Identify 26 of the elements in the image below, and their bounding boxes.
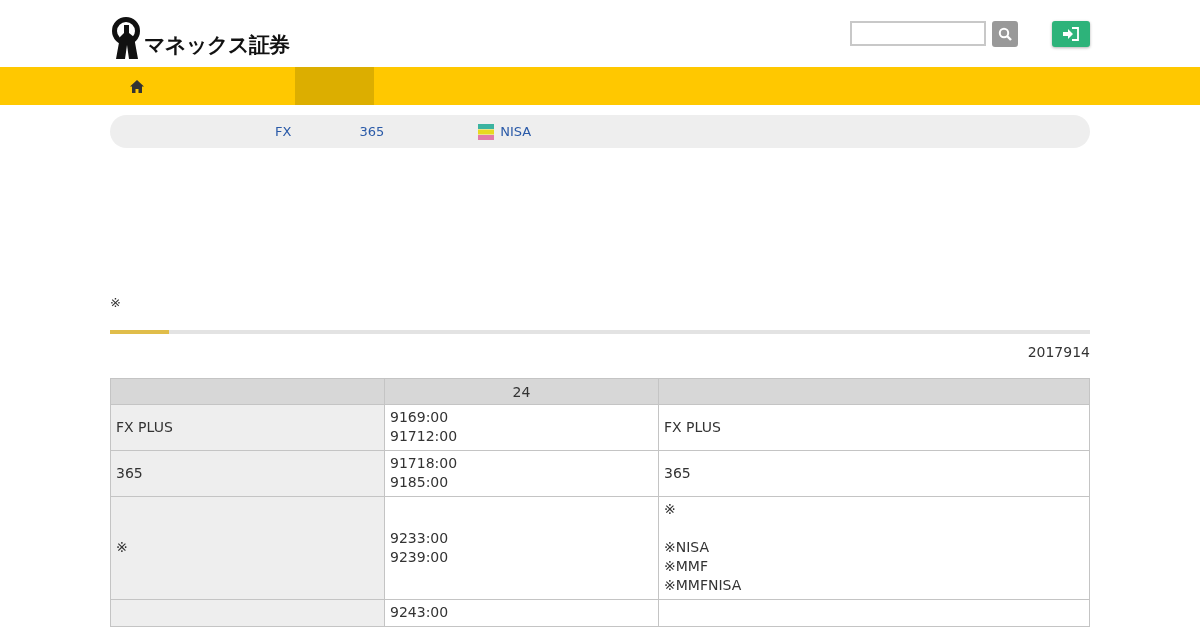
login-button[interactable] — [1052, 20, 1090, 47]
logo-text: マネックス証券 — [144, 31, 289, 59]
table-cell: 9243:00 — [384, 599, 659, 627]
table-cell: 365 — [658, 450, 1090, 497]
search-icon — [998, 26, 1012, 41]
table-cell: ※ — [110, 496, 385, 600]
table-cell: 91718:00 9185:00 — [384, 450, 659, 497]
subnav-link[interactable]: 365 — [359, 124, 385, 139]
table-cell: FX PLUS — [110, 404, 385, 451]
note-text: ※ — [110, 295, 122, 310]
table-cell: 9169:00 91712:00 — [384, 404, 659, 451]
subnav-link[interactable]: FX — [275, 124, 292, 139]
column-header: 24 — [384, 378, 659, 405]
home-icon — [130, 79, 144, 93]
flag-icon — [478, 123, 495, 140]
date-text: 2017914 — [1026, 344, 1090, 360]
table-cell: ※ ※NISA ※MMF ※MMFNISA — [658, 496, 1090, 600]
login-icon — [1063, 26, 1079, 41]
table-cell: 365 — [110, 450, 385, 497]
search-button[interactable] — [992, 20, 1018, 47]
search-field[interactable] — [850, 21, 986, 46]
subnav-link[interactable]: NISA — [478, 123, 532, 140]
table-cell: FX PLUS — [658, 404, 1090, 451]
logo-figure-icon — [110, 14, 142, 59]
nav-tab[interactable] — [295, 67, 374, 105]
table-cell: 9233:00 9239:00 — [384, 496, 659, 600]
